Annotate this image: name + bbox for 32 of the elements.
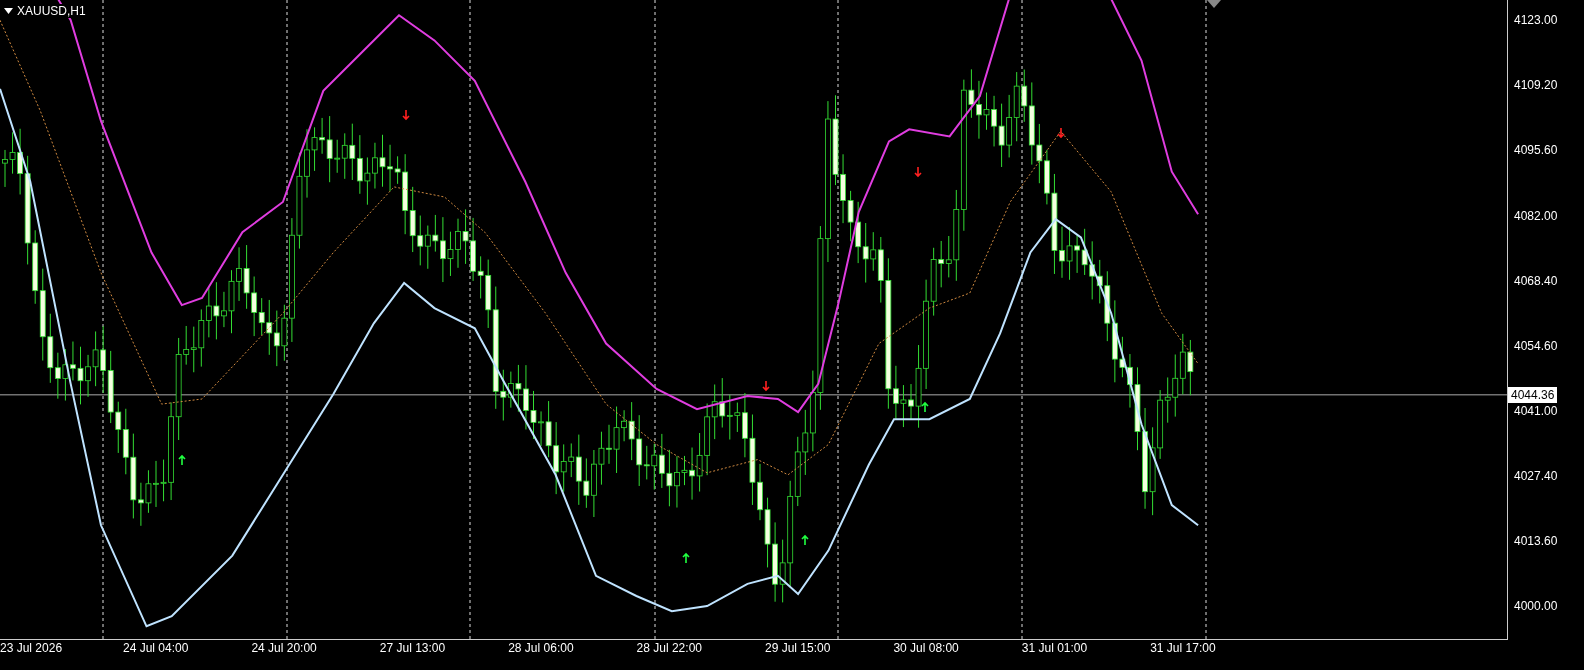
price-label: 4095.60 — [1514, 143, 1558, 158]
time-label: 24 Jul 20:00 — [251, 641, 317, 655]
caret-icon[interactable] — [4, 8, 13, 14]
price-label: 4041.00 — [1514, 403, 1558, 418]
price-label: 4054.60 — [1514, 338, 1558, 353]
price-label: 4027.40 — [1514, 468, 1558, 483]
price-label: 4068.40 — [1514, 273, 1558, 288]
price-label: 4000.00 — [1514, 599, 1558, 614]
time-label: 28 Jul 06:00 — [508, 641, 574, 655]
down-arrow-icon — [402, 109, 410, 121]
time-label: 29 Jul 15:00 — [765, 641, 831, 655]
time-label: 24 Jul 04:00 — [123, 641, 189, 655]
up-arrow-icon — [921, 401, 929, 413]
price-label: 4109.20 — [1514, 78, 1558, 93]
time-label: 23 Jul 2026 — [0, 641, 63, 655]
price-label: 4123.00 — [1514, 13, 1558, 28]
price-label: 4082.00 — [1514, 208, 1558, 223]
up-arrow-icon — [682, 552, 690, 564]
up-arrow-icon — [178, 454, 186, 466]
shift-marker-icon[interactable] — [1207, 0, 1221, 8]
time-label: 27 Jul 13:00 — [379, 641, 446, 655]
price-label: 4013.60 — [1514, 534, 1558, 548]
time-label: 31 Jul 17:00 — [1150, 641, 1216, 655]
down-arrow-icon — [1057, 127, 1065, 139]
time-label: 30 Jul 08:00 — [893, 641, 959, 655]
down-arrow-icon — [914, 166, 922, 178]
down-arrow-icon — [762, 380, 770, 392]
up-arrow-icon — [801, 534, 809, 546]
time-label: 31 Jul 01:00 — [1021, 641, 1088, 655]
symbol-label: XAUUSD,H1 — [17, 4, 86, 18]
current-price-label: 4044.36 — [1508, 386, 1558, 403]
time-label: 28 Jul 22:00 — [636, 641, 702, 655]
